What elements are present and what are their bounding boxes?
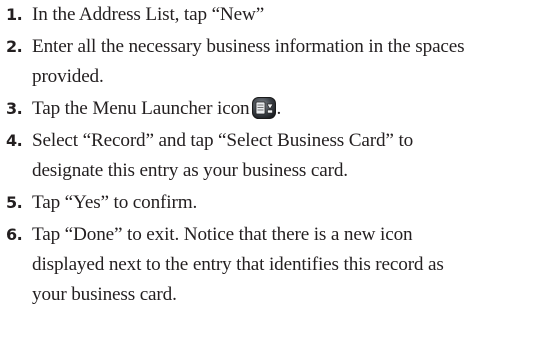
step-number: 2. [6, 37, 23, 56]
step-text-line: provided. [32, 66, 104, 87]
step-text-line: Tap the Menu Launcher icon . [32, 94, 559, 124]
step-text: In the Address List, tap “New” [32, 0, 559, 30]
step-text-line: Tap “Yes” to confirm. [32, 192, 198, 213]
step-text: Tap the Menu Launcher icon . [32, 94, 559, 124]
step-number: 6. [6, 225, 23, 244]
step-text-line: designate this entry as your business ca… [32, 160, 348, 181]
step-number: 1. [6, 5, 23, 24]
step-trailing-period: . [276, 98, 282, 119]
step-number: 3. [6, 99, 23, 118]
menu-launcher-icon [252, 97, 277, 129]
step-text-line: displayed next to the entry that identif… [32, 254, 444, 275]
step-text: Tap “Done” to exit. Notice that there is… [32, 220, 559, 310]
step-text-line: In the Address List, tap “New” [32, 4, 265, 25]
step-text: Select “Record” and tap “Select Business… [32, 126, 559, 186]
step-number: 4. [6, 131, 23, 150]
step-text-line: your business card. [32, 284, 177, 305]
step-text-line: Select “Record” and tap “Select Business… [32, 130, 414, 151]
step-text: Enter all the necessary business informa… [32, 32, 559, 92]
step-text: Tap “Yes” to confirm. [32, 188, 559, 218]
step-text-line: Tap “Done” to exit. Notice that there is… [32, 224, 413, 245]
instructions-document: 1. In the Address List, tap “New” 2. Ent… [0, 0, 559, 343]
step-text-content: Tap the Menu Launcher icon [32, 98, 250, 119]
step-text-line: Enter all the necessary business informa… [32, 36, 465, 57]
step-number: 5. [6, 193, 23, 212]
